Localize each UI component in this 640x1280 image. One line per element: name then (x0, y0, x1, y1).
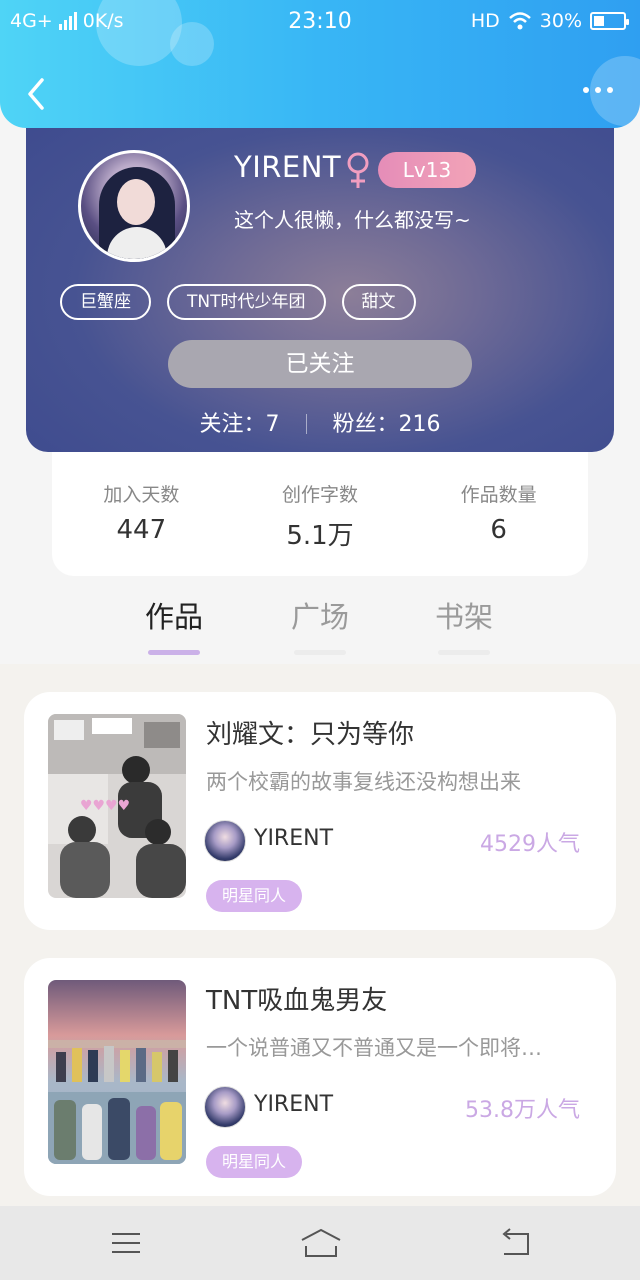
more-options-icon[interactable] (574, 80, 622, 100)
work-cover[interactable]: ♥♥♥♥ (48, 714, 186, 898)
follow-button[interactable]: 已关注 (168, 340, 472, 388)
following-stat[interactable]: 关注：7 (199, 412, 279, 437)
work-cover[interactable] (48, 980, 186, 1164)
fans-label: 粉丝： (332, 412, 399, 437)
back-nav-icon[interactable] (496, 1226, 536, 1260)
tag[interactable]: TNT时代少年团 (167, 284, 326, 320)
svg-text:♥♥♥♥: ♥♥♥♥ (80, 798, 130, 814)
stat-word-count: 创作字数 5.1万 (231, 480, 410, 576)
following-label: 关注： (199, 412, 266, 437)
menu-icon[interactable] (106, 1226, 146, 1260)
work-title: 刘耀文：只为等你 (206, 720, 415, 750)
nav-row (0, 60, 640, 124)
home-icon[interactable] (298, 1226, 344, 1260)
work-title: TNT吸血鬼男友 (206, 986, 388, 1016)
work-description: 两个校霸的故事复线还没构想出来 (206, 770, 521, 794)
work-description: 一个说普通又不普通又是一个即将… (206, 1036, 542, 1060)
tag-list: 巨蟹座 TNT时代少年团 甜文 (60, 284, 416, 320)
stat-label: 作品数量 (460, 484, 537, 506)
tab-label: 书架 (434, 600, 493, 634)
stat-value: 447 (116, 515, 167, 545)
category-badge: 明星同人 (206, 1146, 303, 1178)
stat-works-count: 作品数量 6 (409, 480, 588, 576)
female-icon (347, 152, 369, 188)
battery-percent: 30% (539, 10, 582, 32)
popularity: 53.8万人气 (465, 1098, 580, 1123)
author-avatar (204, 820, 246, 862)
author-name: YIRENT (254, 826, 334, 851)
level-badge: Lv13 (378, 152, 476, 188)
stat-join-days: 加入天数 447 (52, 480, 231, 576)
fans-stat[interactable]: 粉丝：216 (333, 412, 441, 437)
tab-indicator (294, 650, 346, 655)
username: YIRENT (234, 150, 342, 184)
author-avatar (204, 1086, 246, 1128)
stat-value: 6 (490, 515, 507, 545)
status-bar: 4G+ 0K/s 23:10 HD 30% (0, 0, 640, 44)
follow-stats: 关注：7 粉丝：216 (26, 406, 614, 438)
back-icon[interactable] (18, 74, 58, 114)
fans-count: 216 (398, 412, 441, 437)
system-nav-bar (0, 1206, 640, 1280)
stat-value: 5.1万 (286, 521, 354, 551)
profile-card: YIRENT Lv13 这个人很懒，什么都没写~ 巨蟹座 TNT时代少年团 甜文… (26, 100, 614, 452)
wifi-icon (508, 12, 531, 30)
category-badge: 明星同人 (206, 880, 303, 912)
author-name: YIRENT (254, 1092, 334, 1117)
popularity: 4529人气 (480, 832, 580, 857)
tab-indicator (438, 650, 490, 655)
tab-label: 作品 (144, 600, 203, 634)
tab-bookshelf[interactable]: 书架 (424, 594, 504, 655)
tab-label: 广场 (290, 600, 349, 634)
following-count: 7 (265, 412, 280, 437)
tab-works[interactable]: 作品 (134, 594, 214, 655)
tab-square[interactable]: 广场 (280, 594, 360, 655)
tab-bar: 作品 广场 书架 (0, 594, 640, 655)
tag[interactable]: 甜文 (341, 284, 416, 320)
tab-indicator (148, 650, 200, 655)
avatar[interactable] (78, 150, 190, 262)
work-card[interactable]: TNT吸血鬼男友 一个说普通又不普通又是一个即将… YIRENT 53.8万人气… (24, 958, 616, 1196)
hd-indicator: HD (470, 10, 500, 32)
bio: 这个人很懒，什么都没写~ (234, 208, 471, 232)
battery-icon (590, 12, 629, 30)
divider (305, 414, 307, 434)
stat-label: 加入天数 (103, 484, 180, 506)
stat-label: 创作字数 (282, 484, 359, 506)
tag[interactable]: 巨蟹座 (60, 284, 151, 320)
work-card[interactable]: ♥♥♥♥ 刘耀文：只为等你 两个校霸的故事复线还没构想出来 YIRENT 452… (24, 692, 616, 930)
stats-card: 加入天数 447 创作字数 5.1万 作品数量 6 (52, 440, 588, 576)
